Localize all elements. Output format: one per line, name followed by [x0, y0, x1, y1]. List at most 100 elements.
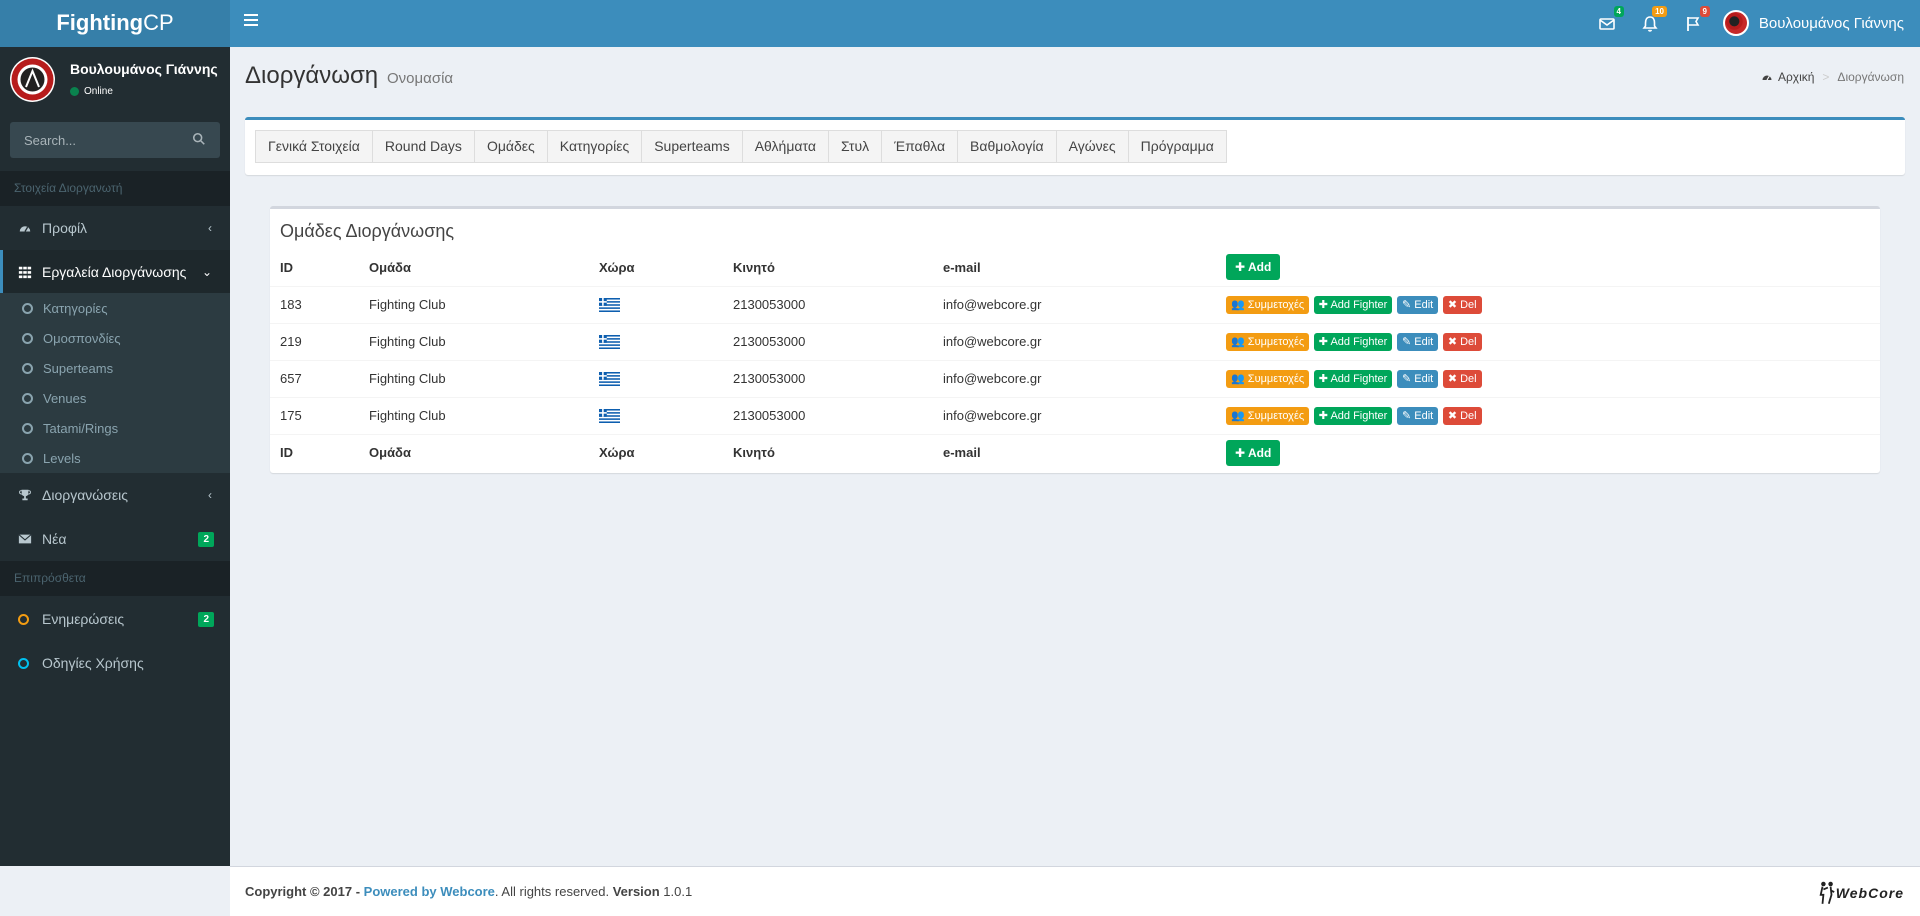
column-header: Ομάδα [369, 259, 411, 275]
footer-text: Copyright © 2017 - Powered by Webcore. A… [245, 884, 693, 899]
webcore-logo: WebCore [1818, 879, 1904, 907]
footer: Copyright © 2017 - Powered by Webcore. A… [230, 866, 1920, 916]
sidebar-item-profile[interactable]: Προφίλ ‹ [0, 206, 230, 250]
breadcrumb-home[interactable]: Αρχική [1778, 70, 1814, 84]
tab-general[interactable]: Γενικά Στοιχεία [255, 130, 373, 163]
add-fighter-button[interactable]: ✚ Add Fighter [1313, 406, 1393, 425]
cell-team: Fighting Club [359, 396, 589, 434]
tab-awards[interactable]: Έπαθλα [881, 130, 959, 163]
add-team-button-bottom[interactable]: ✚ Add [1226, 439, 1281, 466]
table-row: 219 Fighting Club 2130053000 info@webcor… [270, 322, 1880, 360]
tabs-row: Γενικά Στοιχεία Round Days Ομάδες Κατηγο… [255, 130, 1227, 163]
user-avatar-small [1722, 10, 1749, 36]
app-logo[interactable]: FightingCP [0, 0, 230, 47]
column-header: e-mail [943, 259, 981, 275]
cell-team: Fighting Club [359, 285, 589, 323]
chevron-down-icon: ⌄ [201, 265, 212, 279]
cell-country [589, 285, 723, 323]
cell-country [589, 396, 723, 434]
updates-count-badge: 2 [198, 611, 214, 627]
breadcrumb: Αρχική > Διοργάνωση [1761, 70, 1904, 84]
dashboard-icon [18, 221, 34, 235]
cell-id: 219 [270, 322, 359, 360]
messages-menu[interactable]: 4 [1598, 6, 1624, 35]
delete-button[interactable]: ✖ Del [1442, 332, 1482, 351]
cell-team: Fighting Club [359, 322, 589, 360]
cell-country [589, 322, 723, 360]
trophy-icon [18, 488, 34, 502]
column-header: Χώρα [599, 259, 635, 275]
add-fighter-button[interactable]: ✚ Add Fighter [1313, 332, 1393, 351]
delete-button[interactable]: ✖ Del [1442, 406, 1482, 425]
messages-count-badge: 4 [1613, 6, 1624, 17]
tab-matches[interactable]: Αγώνες [1055, 130, 1129, 163]
participations-button[interactable]: 👥 Συμμετοχές [1226, 332, 1310, 351]
sidebar-item-updates[interactable]: Ενημερώσεις 2 [0, 597, 230, 641]
cell-phone: 2130053000 [723, 359, 933, 397]
add-fighter-button[interactable]: ✚ Add Fighter [1313, 369, 1393, 388]
tasks-menu[interactable]: 9 [1684, 6, 1710, 35]
sidebar-toggle-icon[interactable] [244, 14, 258, 26]
sidebar-item-news[interactable]: Νέα 2 [0, 517, 230, 561]
table-footer-row: ID Ομάδα Χώρα Κινητό e-mail ✚ Add [270, 433, 1880, 471]
sidebar-search [10, 122, 220, 158]
add-fighter-button[interactable]: ✚ Add Fighter [1313, 295, 1393, 314]
tab-scoring[interactable]: Βαθμολογία [957, 130, 1057, 163]
page-title: Διοργάνωση [245, 62, 379, 89]
greek-flag-icon [599, 298, 620, 313]
edit-button[interactable]: ✎ Edit [1396, 369, 1439, 388]
delete-button[interactable]: ✖ Del [1442, 369, 1482, 388]
edit-button[interactable]: ✎ Edit [1396, 406, 1439, 425]
fighters-logo-icon [1819, 881, 1835, 905]
submenu-item-tatami-rings[interactable]: Tatami/Rings [0, 413, 230, 443]
add-team-button[interactable]: ✚ Add [1226, 254, 1281, 281]
greek-flag-icon [599, 335, 620, 350]
participations-button[interactable]: 👥 Συμμετοχές [1226, 406, 1310, 425]
user-status: Online [70, 86, 113, 97]
submenu-item-superteams[interactable]: Superteams [0, 353, 230, 383]
grid-icon [18, 265, 34, 279]
user-menu[interactable]: Βουλουμάνος Γιάννης [1722, 9, 1904, 37]
sidebar-item-tools[interactable]: Εργαλεία Διοργάνωσης ⌄ [0, 250, 230, 294]
column-footer: ID [270, 433, 359, 471]
tab-teams[interactable]: Ομάδες [473, 130, 548, 163]
cell-phone: 2130053000 [723, 396, 933, 434]
delete-button[interactable]: ✖ Del [1442, 295, 1482, 314]
edit-button[interactable]: ✎ Edit [1396, 332, 1439, 351]
sidebar-item-tournaments[interactable]: Διοργανώσεις ‹ [0, 473, 230, 517]
submenu-item-categories[interactable]: Κατηγορίες [0, 293, 230, 323]
column-footer: Κινητό [723, 433, 933, 471]
tab-schedule[interactable]: Πρόγραμμα [1127, 130, 1227, 163]
search-icon[interactable] [192, 132, 208, 148]
powered-by-link[interactable]: Powered by Webcore [364, 884, 495, 899]
logo-bold-text: Fighting [56, 10, 144, 35]
column-footer: e-mail [933, 433, 1216, 471]
participations-button[interactable]: 👥 Συμμετοχές [1226, 295, 1310, 314]
submenu-item-venues[interactable]: Venues [0, 383, 230, 413]
tab-round-days[interactable]: Round Days [371, 130, 475, 163]
column-footer: Ομάδα [359, 433, 589, 471]
logo-light-text: CP [143, 10, 174, 35]
tab-superteams[interactable]: Superteams [641, 130, 743, 163]
cell-id: 175 [270, 396, 359, 434]
circle-icon [22, 332, 33, 344]
sidebar-item-guide[interactable]: Οδηγίες Χρήσης [0, 641, 230, 685]
submenu-item-federations[interactable]: Ομοσπονδίες [0, 323, 230, 353]
circle-icon [18, 613, 34, 625]
circle-icon [22, 422, 33, 434]
search-input[interactable] [10, 122, 180, 158]
notifications-menu[interactable]: 10 [1641, 6, 1667, 35]
cell-email: info@webcore.gr [933, 322, 1216, 360]
sidebar-section-organizer: Στοιχεία Διοργανωτή [0, 171, 230, 206]
circle-icon [22, 452, 33, 464]
tab-categories[interactable]: Κατηγορίες [546, 130, 643, 163]
dashboard-icon [1762, 75, 1772, 81]
edit-button[interactable]: ✎ Edit [1396, 295, 1439, 314]
tab-sports[interactable]: Αθλήματα [741, 130, 829, 163]
flag-icon [1687, 17, 1700, 31]
cell-id: 657 [270, 359, 359, 397]
cell-actions: 👥 Συμμετοχές ✚ Add Fighter ✎ Edit ✖ Del [1216, 322, 1880, 360]
submenu-item-levels[interactable]: Levels [0, 443, 230, 473]
participations-button[interactable]: 👥 Συμμετοχές [1226, 369, 1310, 388]
tab-styles[interactable]: Στυλ [827, 130, 883, 163]
